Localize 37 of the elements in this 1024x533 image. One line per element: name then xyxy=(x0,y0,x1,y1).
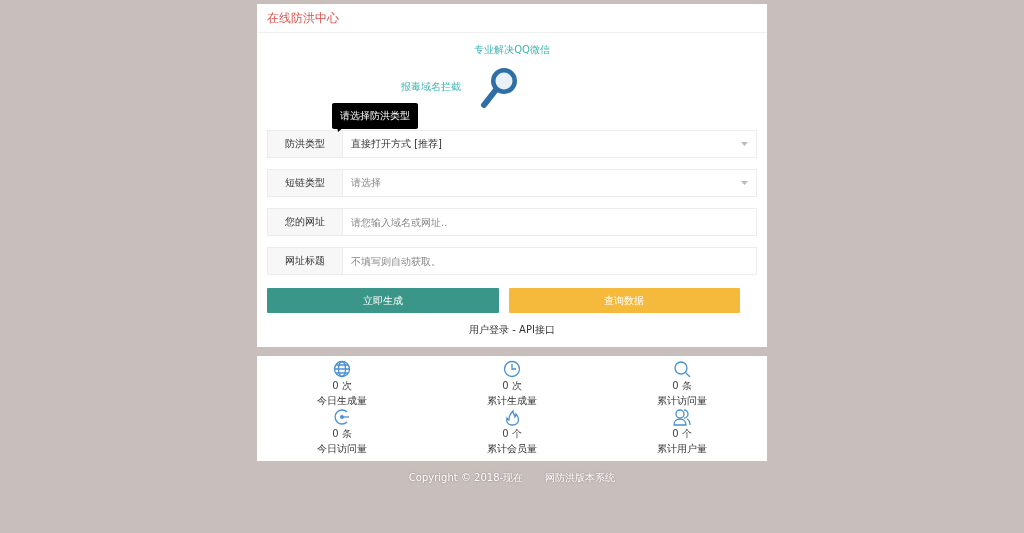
copyright-text: Copyright © 2018-现在 xyxy=(408,471,524,485)
login-api-link[interactable]: 用户登录 - API接口 xyxy=(469,323,555,337)
stat-label: 累计访问量 xyxy=(657,394,707,408)
generate-button[interactable]: 立即生成 xyxy=(267,288,499,313)
logo-subtitle: 报毒域名拦截 xyxy=(401,80,461,94)
stat-label: 累计会员量 xyxy=(487,442,537,456)
panel-title: 在线防洪中心 xyxy=(267,9,339,27)
tooltip: 请选择防洪类型 xyxy=(332,103,418,129)
stat-label: 今日访问量 xyxy=(317,442,367,456)
stat-value: 0 条 xyxy=(332,427,352,441)
stat-value: 0 次 xyxy=(502,379,522,393)
caret-icon xyxy=(741,181,748,185)
stat-value: 0 条 xyxy=(672,379,692,393)
search-icon xyxy=(673,360,691,378)
field-label: 防洪类型 xyxy=(267,130,343,158)
stat-value: 0 个 xyxy=(672,427,692,441)
field-label: 短链类型 xyxy=(267,169,343,197)
users-icon xyxy=(673,408,691,426)
stat-label: 累计用户量 xyxy=(657,442,707,456)
field-label: 网址标题 xyxy=(267,247,343,275)
field-label: 您的网址 xyxy=(267,208,343,236)
select-field[interactable]: 请选择 xyxy=(343,169,757,197)
logo-tagline: 专业解决QQ微信 xyxy=(474,43,550,57)
clock-icon xyxy=(503,360,521,378)
tooltip-arrow-icon xyxy=(337,126,345,132)
flame-icon xyxy=(503,408,521,426)
globe-icon xyxy=(333,360,351,378)
input-field[interactable]: 不填写则自动获取。 xyxy=(343,247,757,275)
target-icon xyxy=(333,408,351,426)
stat-value: 0 次 xyxy=(332,379,352,393)
select-field[interactable]: 直接打开方式 [推荐] xyxy=(343,130,757,158)
stat-label: 累计生成量 xyxy=(487,394,537,408)
caret-icon xyxy=(741,142,748,146)
input-field[interactable]: 请您输入域名或网址.. xyxy=(343,208,757,236)
magnifier-logo-icon xyxy=(480,65,520,111)
stat-label: 今日生成量 xyxy=(317,394,367,408)
stat-value: 0 个 xyxy=(502,427,522,441)
